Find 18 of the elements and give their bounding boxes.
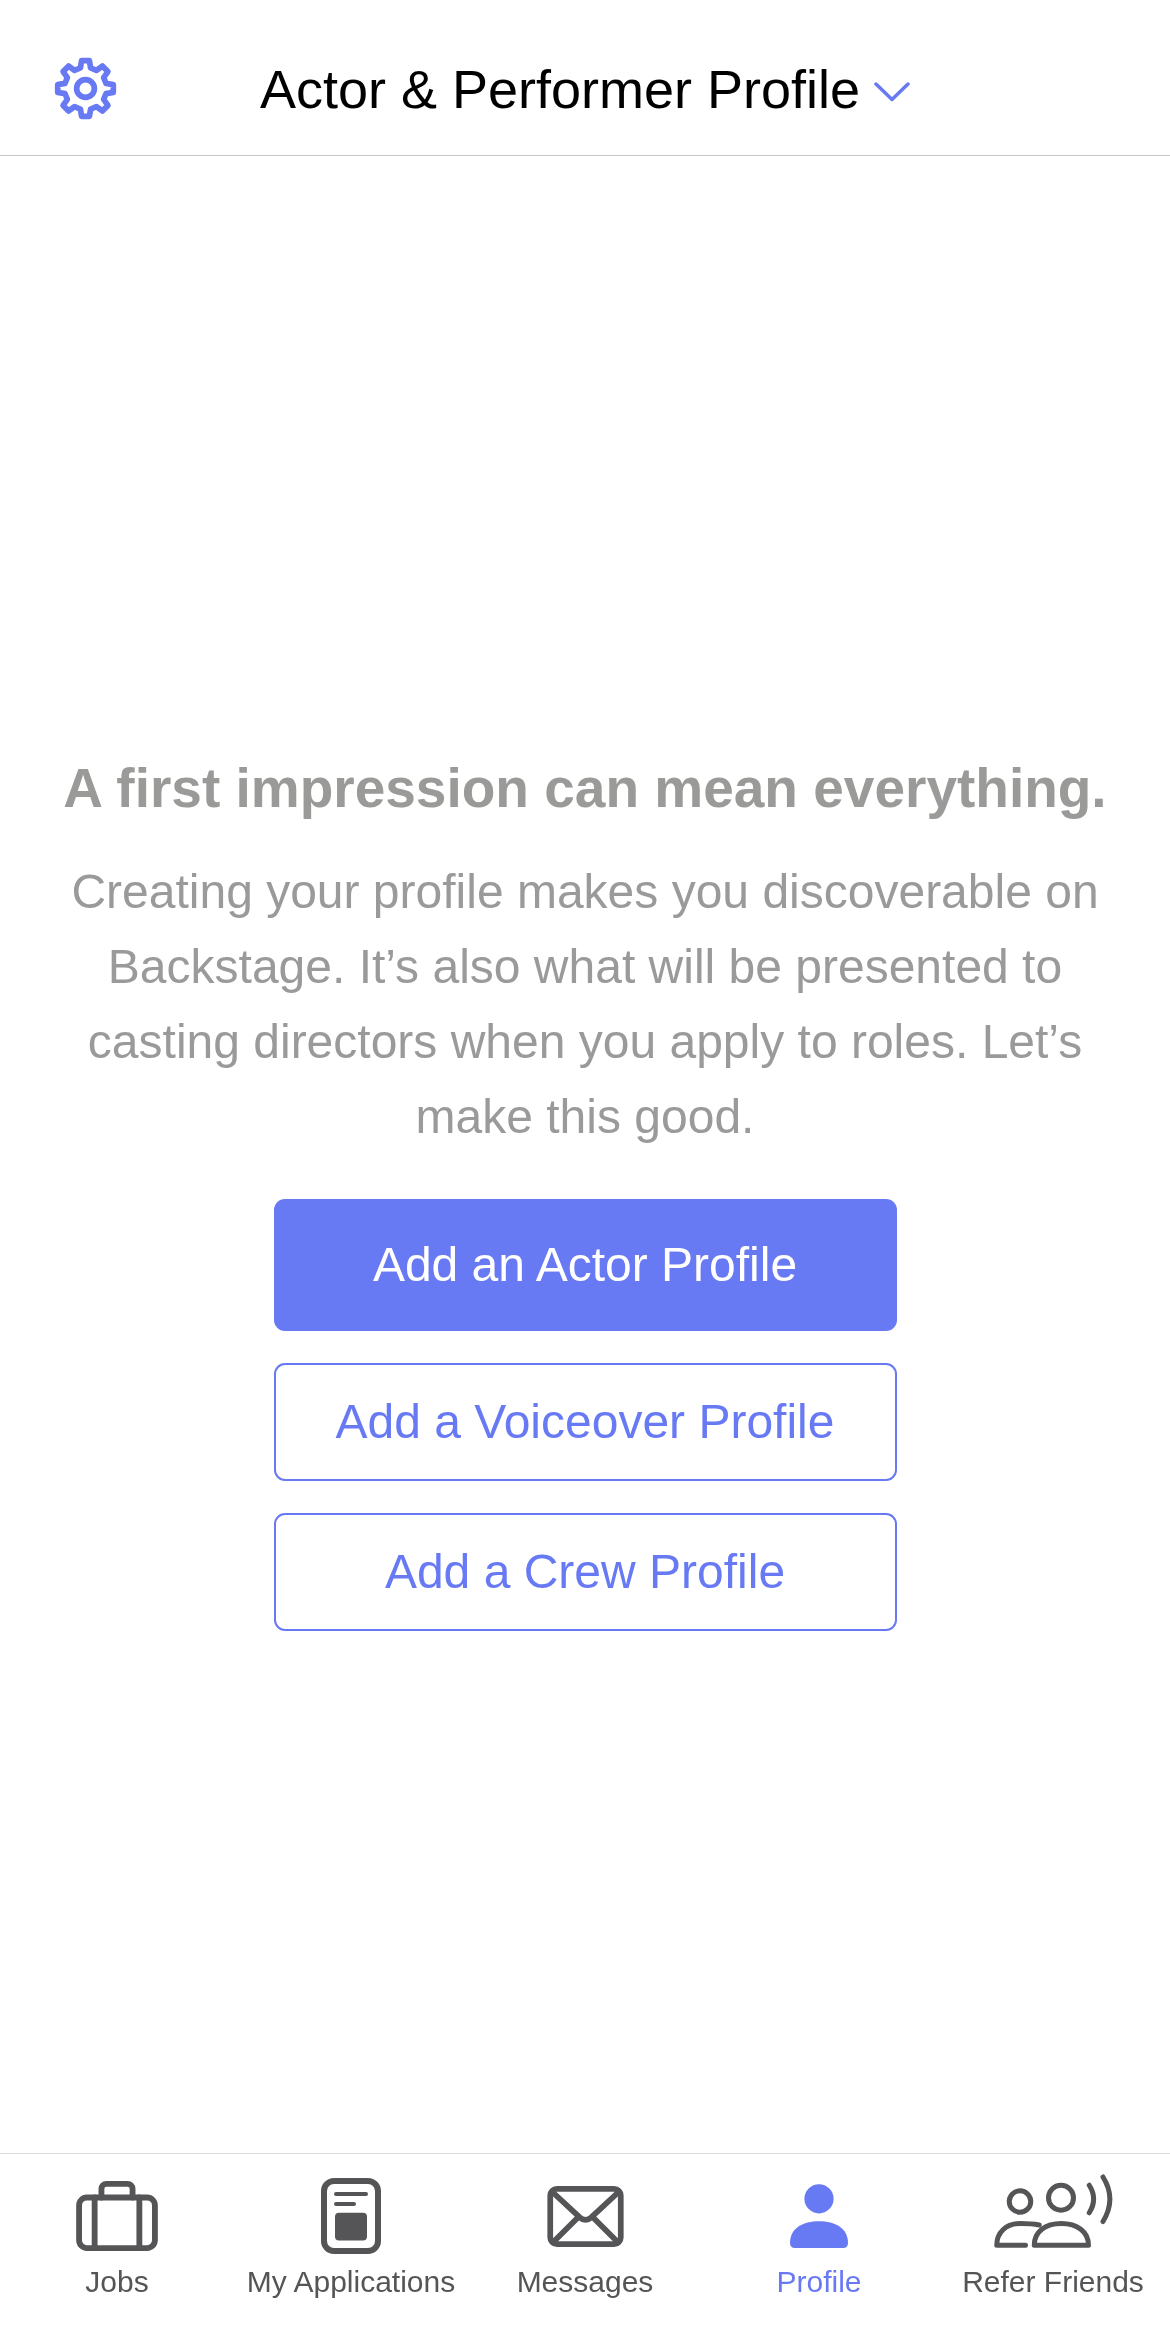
empty-state-heading: A first impression can mean everything. [63,756,1107,821]
tab-bar-item[interactable]: Refer Friends [936,2176,1170,2300]
tab-bar-item[interactable]: Messages [468,2176,702,2300]
add-profile-button[interactable]: Add an Actor Profile [273,1199,897,1331]
chevron-down-icon [874,81,911,102]
tab-bar-item[interactable]: Profile [702,2176,936,2300]
profile-type-dropdown[interactable]: Actor & Performer Profile [259,56,911,121]
envelope-icon [546,2185,624,2247]
empty-state-description: Creating your profile makes you discoverable on Backstage. It’s also what will be presented to casting directors when you apply to roles. Let’s make this good. [70,864,1100,1145]
document-icon [321,2178,381,2254]
people-waves-icon [993,2173,1113,2249]
tab-bar-item[interactable]: My Applications [234,2176,468,2300]
add-profile-button[interactable]: Add a Crew Profile [273,1513,897,1631]
person-icon [789,2184,849,2248]
settings-icon[interactable] [54,57,117,120]
tab-bar-item[interactable]: Jobs [0,2176,234,2300]
briefcase-icon [76,2181,158,2251]
add-profile-button[interactable]: Add a Voiceover Profile [273,1363,897,1481]
